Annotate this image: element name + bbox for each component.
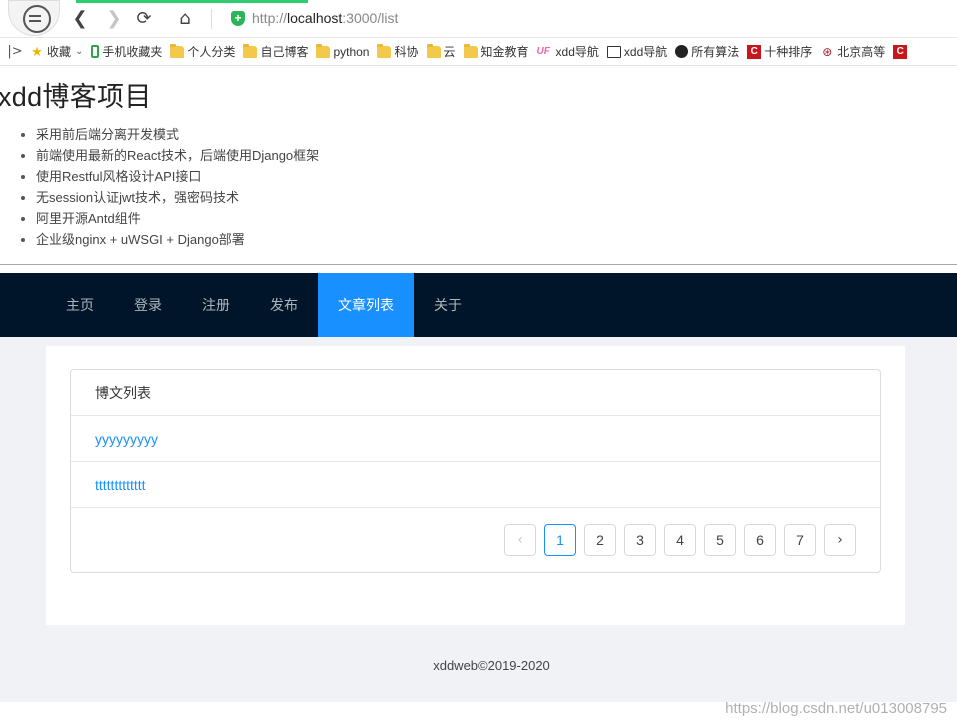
menu-item-login[interactable]: 登录 <box>114 273 182 337</box>
bookmark-label: 北京高等 <box>837 45 886 59</box>
bookmark-item[interactable]: ⊛ 北京高等 <box>820 43 885 60</box>
chevron-down-icon: ⌄ <box>75 46 84 57</box>
bookmark-label: xdd导航 <box>623 45 668 59</box>
shield-icon[interactable]: + <box>231 11 245 26</box>
sidebar-toggle-icon[interactable]: |> <box>0 44 30 59</box>
bookmark-label: 科协 <box>394 45 419 59</box>
toolbar-divider <box>211 9 212 29</box>
url-host: localhost <box>287 10 343 26</box>
chevron-right-icon[interactable]: › <box>824 524 856 556</box>
bookmark-label: 手机收藏夹 <box>102 45 163 59</box>
bookmark-label: 自己博客 <box>260 45 309 59</box>
bookmark-label: python <box>333 44 370 59</box>
bookmarks-bar: |> ★ 收藏 ⌄ 手机收藏夹 个人分类 自己博客 python 科协 云 知金教育… <box>0 38 957 66</box>
chevron-left-icon[interactable]: ❮ <box>69 8 91 30</box>
feature-item: 前端使用最新的React技术，后端使用Django框架 <box>36 147 319 168</box>
bookmark-label: 知金教育 <box>480 45 529 59</box>
article-link[interactable]: ttttttttttttt <box>95 477 146 493</box>
menu-item-publish[interactable]: 发布 <box>250 273 318 337</box>
feature-item: 无session认证jwt技术，强密码技术 <box>36 189 319 210</box>
list-item: yyyyyyyyy <box>71 416 880 462</box>
page-button[interactable]: 7 <box>784 524 816 556</box>
bookmark-label: 个人分类 <box>187 45 236 59</box>
folder-icon <box>243 43 258 58</box>
list-item: ttttttttttttt <box>71 462 880 508</box>
bookmark-folder[interactable]: 自己博客 <box>243 43 308 60</box>
menu-item-home[interactable]: 主页 <box>46 273 114 337</box>
page-button[interactable]: 5 <box>704 524 736 556</box>
star-icon: ★ <box>31 43 43 59</box>
menu-item-article-list[interactable]: 文章列表 <box>318 273 414 337</box>
folder-icon <box>170 43 185 58</box>
bookmark-item[interactable]: UF xdd导航 <box>537 43 599 60</box>
bookmark-folder[interactable]: 科协 <box>377 43 419 60</box>
home-icon[interactable]: ⌂ <box>174 8 196 30</box>
bookmark-item[interactable]: C <box>893 44 910 59</box>
bookmark-label: 收藏 <box>47 45 72 59</box>
menu-item-register[interactable]: 注册 <box>182 273 250 337</box>
feature-item: 企业级nginx + uWSGI + Django部署 <box>36 231 319 252</box>
bookmark-item[interactable]: 所有算法 <box>675 43 739 60</box>
watermark: https://blog.csdn.net/u013008795 <box>725 700 947 717</box>
chevron-right-icon[interactable]: ❯ <box>103 8 125 30</box>
pku-icon: ⊛ <box>822 44 833 59</box>
bookmark-label: 十种排序 <box>764 45 813 59</box>
csdn-icon: C <box>747 44 762 59</box>
article-link[interactable]: yyyyyyyyy <box>95 431 158 447</box>
url-prefix: http:// <box>252 10 288 26</box>
chevron-left-icon[interactable]: ‹ <box>504 524 536 556</box>
page-button[interactable]: 2 <box>584 524 616 556</box>
menu-item-about[interactable]: 关于 <box>414 273 482 337</box>
bookmark-folder[interactable]: python <box>316 43 370 59</box>
uf-icon: UF <box>536 45 550 57</box>
page-button[interactable]: 4 <box>664 524 696 556</box>
bookmark-folder[interactable]: 个人分类 <box>170 43 235 60</box>
bookmark-folder[interactable]: 云 <box>426 43 456 60</box>
bookmark-item[interactable]: C 十种排序 <box>747 43 812 60</box>
page-button[interactable]: 3 <box>624 524 656 556</box>
bookmark-label: 云 <box>443 45 456 59</box>
feature-item: 阿里开源Antd组件 <box>36 210 319 231</box>
folder-icon <box>377 43 392 58</box>
feature-item: 采用前后端分离开发模式 <box>36 126 319 147</box>
browser-toolbar: ❮ ❯ ⟳ ⌂ + http://localhost:3000/list <box>0 0 957 38</box>
bookmark-label: xdd导航 <box>555 45 599 59</box>
page-footer: xddweb©2019-2020 <box>433 658 550 673</box>
phone-icon <box>91 45 100 58</box>
main-menu: 主页 登录 注册 发布 文章列表 关于 <box>0 273 957 337</box>
folder-icon <box>426 43 441 58</box>
csdn-icon: C <box>893 44 908 59</box>
site-title: xdd博客项目 <box>0 82 152 112</box>
bookmark-item[interactable]: ★ 收藏 ⌄ <box>30 43 83 60</box>
page-button[interactable]: 6 <box>744 524 776 556</box>
page-header: xdd博客项目 采用前后端分离开发模式 前端使用最新的React技术，后端使用D… <box>0 67 957 265</box>
bookmark-item[interactable]: xdd导航 <box>606 43 668 60</box>
url-rest: :3000/list <box>342 10 399 26</box>
bookmark-folder[interactable]: 知金教育 <box>463 43 529 60</box>
feature-item: 使用Restful风格设计API接口 <box>36 168 319 189</box>
list-header: 博文列表 <box>71 370 880 416</box>
article-list: 博文列表 yyyyyyyyy ttttttttttttt ‹ 1 2 3 4 5… <box>70 369 881 573</box>
user-avatar[interactable] <box>8 0 60 36</box>
bookmark-item[interactable]: 手机收藏夹 <box>91 43 162 60</box>
folder-icon <box>316 43 331 58</box>
page-button[interactable]: 1 <box>544 524 576 556</box>
folder-icon <box>463 43 478 58</box>
feature-list: 采用前后端分离开发模式 前端使用最新的React技术，后端使用Django框架 … <box>36 126 319 252</box>
bookmark-label: 所有算法 <box>691 45 740 59</box>
github-icon <box>675 45 689 58</box>
reload-icon[interactable]: ⟳ <box>133 8 155 30</box>
book-icon <box>606 45 621 58</box>
page-load-progress <box>76 0 308 3</box>
address-bar[interactable]: http://localhost:3000/list <box>252 10 398 26</box>
